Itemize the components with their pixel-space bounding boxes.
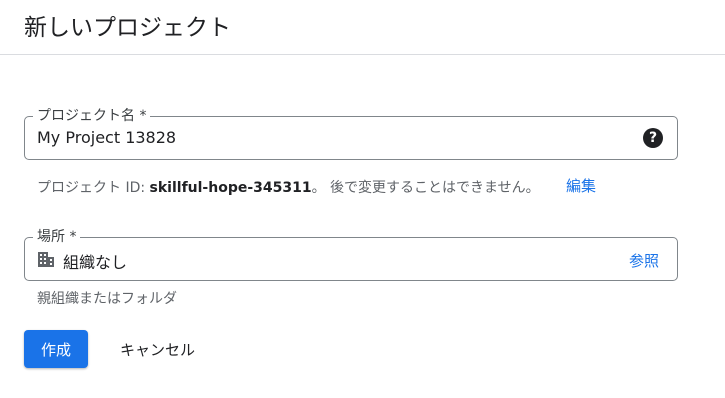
project-id-suffix: 。 後で変更することはできません。 — [311, 180, 540, 196]
project-id-prefix: プロジェクト ID: — [37, 180, 150, 196]
create-button[interactable]: 作成 — [24, 330, 88, 368]
dialog-header: 新しいプロジェクト — [0, 0, 725, 55]
location-field[interactable]: 場所 * 組織なし 参照 — [24, 228, 678, 281]
cancel-button[interactable]: キャンセル — [108, 330, 207, 368]
edit-project-id-link[interactable]: 編集 — [566, 175, 596, 196]
project-name-label: プロジェクト名 * — [33, 107, 151, 125]
help-icon[interactable]: ? — [643, 128, 663, 148]
building-icon — [38, 252, 54, 267]
project-name-field[interactable]: プロジェクト名 * My Project 13828 ? — [24, 107, 678, 160]
project-id-text: プロジェクト ID: skillful-hope-345311。 後で変更するこ… — [37, 177, 540, 197]
location-value[interactable]: 組織なし — [63, 249, 127, 273]
location-hint: 親組織またはフォルダ — [37, 291, 177, 307]
project-id-value: skillful-hope-345311 — [149, 180, 312, 196]
browse-button[interactable]: 参照 — [629, 250, 659, 271]
project-name-input[interactable]: My Project 13828 — [37, 128, 176, 147]
location-label: 場所 * — [33, 228, 81, 246]
page-title: 新しいプロジェクト — [24, 15, 231, 41]
